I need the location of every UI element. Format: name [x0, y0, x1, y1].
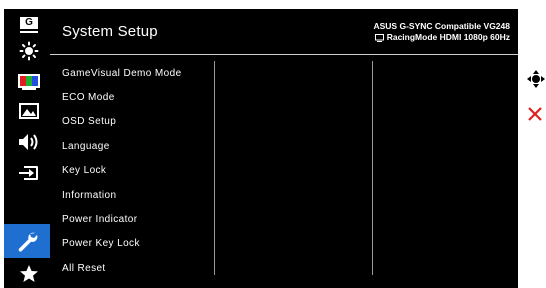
menu-item-key-lock[interactable]: Key Lock: [62, 159, 182, 183]
image-icon: [19, 103, 39, 119]
menu-item-gamevisual-demo-mode[interactable]: GameVisual Demo Mode: [62, 61, 182, 85]
sidebar-item-color[interactable]: [10, 70, 48, 94]
joystick-icon: [527, 70, 545, 88]
settings-menu: GameVisual Demo Mode ECO Mode OSD Setup …: [62, 61, 182, 281]
close-icon: [528, 107, 542, 121]
monitor-icon: [374, 33, 384, 42]
osd-window: G System Setup ASUS G-SYNC Compatible VG…: [4, 9, 518, 288]
column-divider-2: [372, 61, 373, 275]
gamevisual-icon: G: [20, 17, 38, 33]
page-title: System Setup: [62, 23, 158, 40]
sidebar-item-sound[interactable]: [10, 130, 48, 154]
sidebar-item-brightness[interactable]: [10, 39, 48, 63]
signal-info: RacingMode HDMI 1080p 60Hz: [386, 32, 510, 42]
header-divider: [50, 54, 518, 55]
menu-item-eco-mode[interactable]: ECO Mode: [62, 85, 182, 109]
main-panel: System Setup ASUS G-SYNC Compatible VG24…: [50, 9, 518, 288]
color-icon: [18, 74, 40, 90]
favorite-icon: [20, 265, 38, 282]
model-info: ASUS G-SYNC Compatible VG248 RacingMode …: [373, 21, 510, 43]
sidebar-item-image[interactable]: [10, 99, 48, 123]
system-setup-icon: [18, 232, 38, 252]
sidebar-item-system-setup[interactable]: [4, 224, 50, 258]
close-control[interactable]: [527, 106, 543, 127]
column-divider-1: [214, 61, 215, 275]
menu-item-language[interactable]: Language: [62, 134, 182, 158]
sidebar-item-input-select[interactable]: [10, 161, 48, 185]
menu-item-power-key-lock[interactable]: Power Key Lock: [62, 232, 182, 256]
sidebar-item-favorite[interactable]: [10, 262, 48, 286]
input-select-icon: [19, 166, 38, 180]
menu-item-power-indicator[interactable]: Power Indicator: [62, 207, 182, 231]
brightness-icon: [19, 41, 39, 61]
menu-item-osd-setup[interactable]: OSD Setup: [62, 110, 182, 134]
sidebar-item-gamevisual[interactable]: G: [10, 13, 48, 37]
model-name: ASUS G-SYNC Compatible VG248: [373, 21, 510, 31]
sound-icon: [19, 134, 38, 150]
menu-item-all-reset[interactable]: All Reset: [62, 256, 182, 280]
menu-item-information[interactable]: Information: [62, 183, 182, 207]
navigate-control[interactable]: [527, 70, 545, 93]
sidebar: G: [4, 9, 50, 288]
